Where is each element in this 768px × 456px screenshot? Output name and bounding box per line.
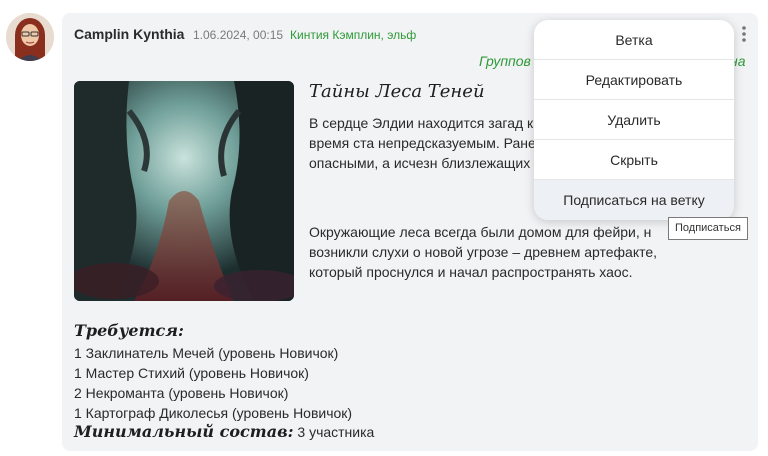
- menu-item-subscribe[interactable]: Подписаться на ветку: [534, 180, 734, 220]
- post-image: [74, 81, 294, 301]
- requirement-item: 1 Мастер Стихий (уровень Новичок): [74, 365, 309, 381]
- author-name[interactable]: Camplin Kynthia: [74, 26, 184, 42]
- avatar[interactable]: [6, 13, 54, 61]
- character-link[interactable]: Кинтия Кэмплин, эльф: [290, 28, 416, 42]
- requirement-item: 1 Картограф Диколесья (уровень Новичок): [74, 405, 353, 421]
- post-paragraph-2: Окружающие леса всегда были домом для фе…: [309, 224, 658, 280]
- avatar-image: [6, 13, 54, 61]
- requirements-heading: Требуется:: [74, 321, 184, 340]
- min-party-value: 3 участника: [297, 424, 375, 440]
- requirements-list: 1 Заклинатель Мечей (уровень Новичок) 1 …: [74, 343, 352, 423]
- min-party-line: Минимальный состав: 3 участника: [74, 422, 374, 441]
- requirement-item: 1 Заклинатель Мечей (уровень Новичок): [74, 345, 339, 361]
- post-date: 1.06.2024, 00:15: [193, 28, 284, 42]
- group-link[interactable]: Группов: [479, 53, 531, 69]
- more-options-icon[interactable]: [738, 24, 750, 44]
- post-context-menu: Ветка Редактировать Удалить Скрыть Подпи…: [534, 20, 734, 220]
- min-party-label: Минимальный состав:: [74, 422, 294, 441]
- post-title: Тайны Леса Теней: [309, 81, 485, 102]
- menu-item-edit[interactable]: Редактировать: [534, 60, 734, 100]
- tooltip: Подписаться: [668, 217, 748, 240]
- menu-item-thread[interactable]: Ветка: [534, 20, 734, 60]
- menu-item-hide[interactable]: Скрыть: [534, 140, 734, 180]
- menu-item-delete[interactable]: Удалить: [534, 100, 734, 140]
- requirement-item: 2 Некроманта (уровень Новичок): [74, 385, 289, 401]
